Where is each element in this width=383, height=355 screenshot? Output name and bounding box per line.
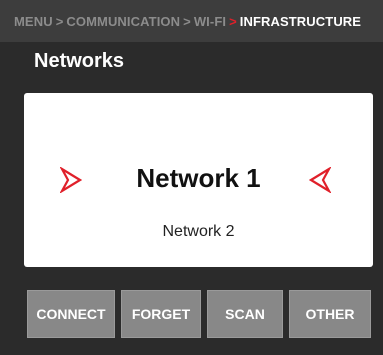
breadcrumb-separator: > xyxy=(55,13,64,29)
page-title: Networks xyxy=(34,50,125,72)
other-button[interactable]: OTHER xyxy=(289,290,371,338)
network-item[interactable]: Network 2 xyxy=(24,223,373,241)
breadcrumb-item-infrastructure: INFRASTRUCTURE xyxy=(239,13,362,29)
breadcrumb-item-menu[interactable]: MENU xyxy=(14,14,53,29)
breadcrumb-separator-current: > xyxy=(229,13,237,29)
breadcrumb-item-wifi[interactable]: WI-FI xyxy=(194,14,226,29)
scan-button[interactable]: SCAN xyxy=(207,290,283,338)
breadcrumb: MENU > COMMUNICATION > WI-FI > INFRASTRU… xyxy=(0,0,383,42)
network-selector[interactable]: Network 1 Network 2 xyxy=(24,93,373,267)
connect-button[interactable]: CONNECT xyxy=(27,290,115,338)
breadcrumb-item-communication[interactable]: COMMUNICATION xyxy=(66,14,180,29)
breadcrumb-separator: > xyxy=(183,13,191,29)
forget-button[interactable]: FORGET xyxy=(121,290,201,338)
chevron-left-icon[interactable] xyxy=(309,167,331,193)
